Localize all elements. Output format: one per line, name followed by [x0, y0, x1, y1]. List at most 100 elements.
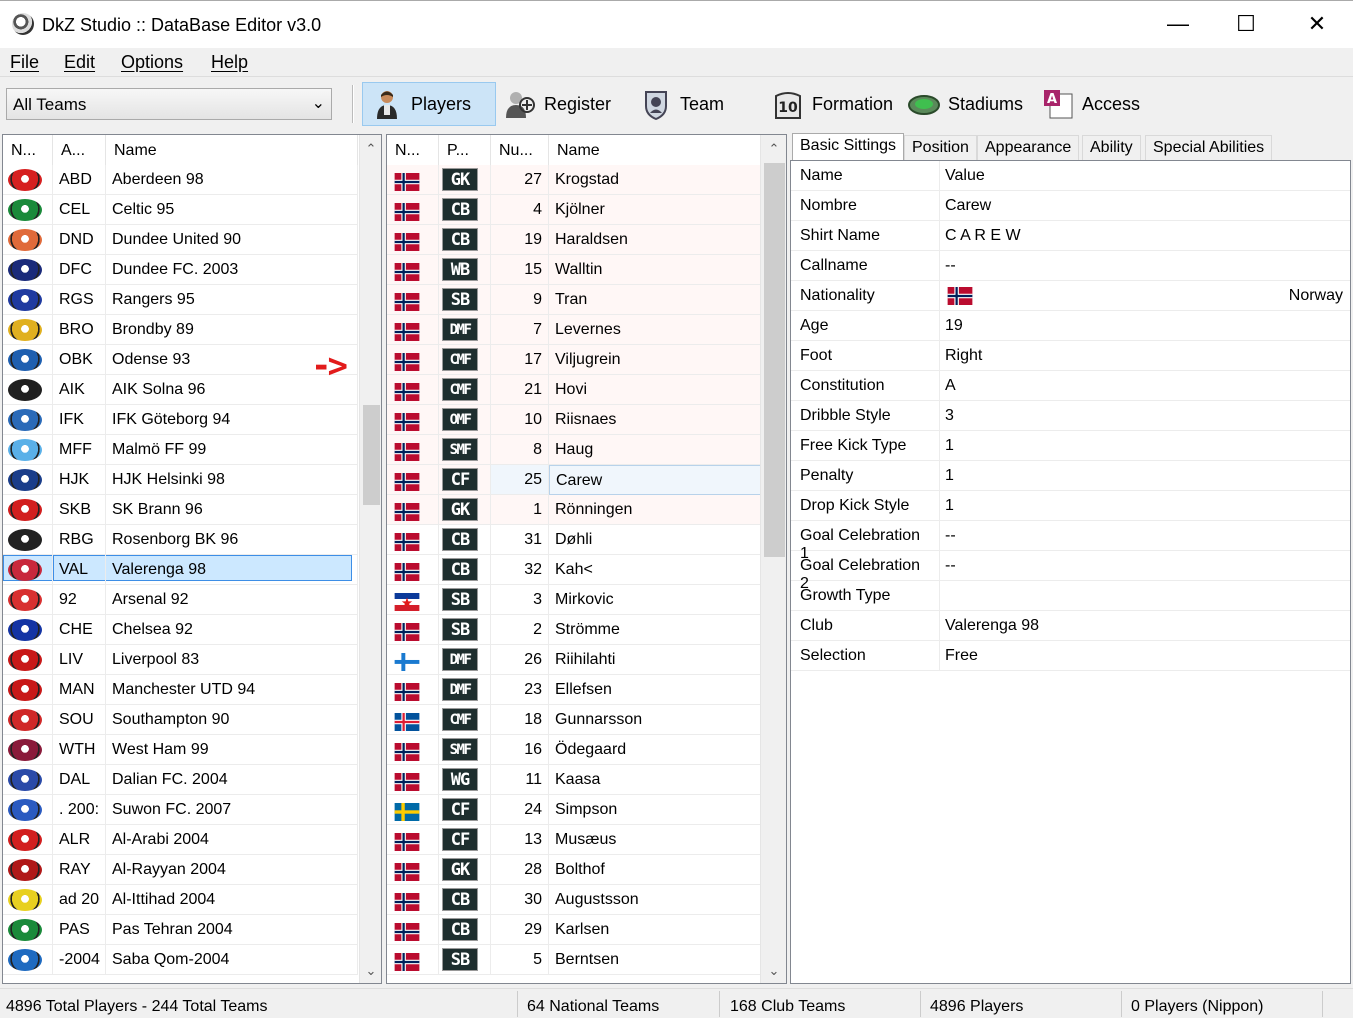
- menu-help[interactable]: Help: [211, 52, 248, 73]
- team-row[interactable]: ALR Al-Arabi 2004: [3, 825, 358, 855]
- teams-col-name[interactable]: Name: [106, 135, 358, 165]
- player-row-selected[interactable]: CF 25 Carew: [387, 465, 762, 495]
- property-value[interactable]: C A R E W: [940, 221, 1350, 251]
- team-row[interactable]: WTH West Ham 99: [3, 735, 358, 765]
- scroll-up-icon[interactable]: ⌃: [761, 137, 786, 161]
- property-value[interactable]: 1: [940, 461, 1350, 491]
- player-row[interactable]: GK 27 Krogstad: [387, 165, 762, 195]
- team-row[interactable]: DND Dundee United 90: [3, 225, 358, 255]
- property-row[interactable]: Selection Free: [791, 641, 1350, 671]
- property-row[interactable]: Drop Kick Style 1: [791, 491, 1350, 521]
- team-row[interactable]: CHE Chelsea 92: [3, 615, 358, 645]
- player-row[interactable]: SMF 16 Ödegaard: [387, 735, 762, 765]
- player-row[interactable]: CMF 17 Viljugrein: [387, 345, 762, 375]
- property-value[interactable]: --: [940, 521, 1350, 551]
- team-row[interactable]: 92 Arsenal 92: [3, 585, 358, 615]
- team-row[interactable]: CEL Celtic 95: [3, 195, 358, 225]
- team-row[interactable]: ABD Aberdeen 98: [3, 165, 358, 195]
- player-row[interactable]: CB 19 Haraldsen: [387, 225, 762, 255]
- team-row[interactable]: SOU Southampton 90: [3, 705, 358, 735]
- team-row[interactable]: DAL Dalian FC. 2004: [3, 765, 358, 795]
- team-row[interactable]: LIV Liverpool 83: [3, 645, 358, 675]
- formation-button[interactable]: 10 Formation: [764, 82, 901, 126]
- team-row[interactable]: RAY Al-Rayyan 2004: [3, 855, 358, 885]
- minimize-button[interactable]: —: [1143, 1, 1213, 47]
- property-value[interactable]: Norway: [940, 281, 1350, 311]
- close-button[interactable]: ✕: [1282, 1, 1352, 47]
- scroll-down-icon[interactable]: ⌄: [761, 959, 786, 983]
- player-row[interactable]: CB 31 Døhli: [387, 525, 762, 555]
- player-row[interactable]: GK 28 Bolthof: [387, 855, 762, 885]
- property-value[interactable]: --: [940, 551, 1350, 581]
- tab-ability[interactable]: Ability: [1082, 135, 1141, 161]
- player-row[interactable]: WB 15 Walltin: [387, 255, 762, 285]
- player-row[interactable]: SB 2 Strömme: [387, 615, 762, 645]
- players-col-nation[interactable]: N...: [387, 135, 439, 165]
- player-row[interactable]: OMF 10 Riisnaes: [387, 405, 762, 435]
- property-row[interactable]: Shirt Name C A R E W: [791, 221, 1350, 251]
- player-row[interactable]: CB 29 Karlsen: [387, 915, 762, 945]
- property-value[interactable]: 1: [940, 491, 1350, 521]
- property-value[interactable]: 1: [940, 431, 1350, 461]
- player-row[interactable]: CF 24 Simpson: [387, 795, 762, 825]
- team-row[interactable]: RBG Rosenborg BK 96: [3, 525, 358, 555]
- tab-appearance[interactable]: Appearance: [977, 135, 1080, 161]
- player-row[interactable]: GK 1 Rönningen: [387, 495, 762, 525]
- player-row[interactable]: SB 3 Mirkovic: [387, 585, 762, 615]
- player-row[interactable]: DMF 26 Riihilahti: [387, 645, 762, 675]
- team-button[interactable]: Team: [632, 82, 732, 126]
- players-col-name[interactable]: Name: [549, 135, 765, 165]
- team-row[interactable]: PAS Pas Tehran 2004: [3, 915, 358, 945]
- property-row[interactable]: Free Kick Type 1: [791, 431, 1350, 461]
- teams-col-abbr[interactable]: A...: [53, 135, 106, 165]
- team-row[interactable]: IFK IFK Göteborg 94: [3, 405, 358, 435]
- players-col-number[interactable]: Nu...: [491, 135, 549, 165]
- menu-file[interactable]: File: [10, 52, 39, 73]
- team-row[interactable]: SKB SK Brann 96: [3, 495, 358, 525]
- property-row[interactable]: Goal Celebration 2 --: [791, 551, 1350, 592]
- player-row[interactable]: CMF 21 Hovi: [387, 375, 762, 405]
- player-row[interactable]: DMF 23 Ellefsen: [387, 675, 762, 705]
- teams-scroll-thumb[interactable]: [363, 405, 380, 505]
- maximize-button[interactable]: ☐: [1211, 1, 1281, 47]
- scroll-down-icon[interactable]: ⌄: [360, 959, 381, 983]
- player-row[interactable]: CF 13 Musæus: [387, 825, 762, 855]
- team-row[interactable]: MFF Malmö FF 99: [3, 435, 358, 465]
- stadiums-button[interactable]: Stadiums: [900, 82, 1031, 126]
- property-row[interactable]: Goal Celebration 1 --: [791, 521, 1350, 562]
- property-value[interactable]: [940, 581, 1350, 611]
- player-row[interactable]: CMF 18 Gunnarsson: [387, 705, 762, 735]
- tab-special-abilities[interactable]: Special Abilities: [1145, 135, 1273, 161]
- menu-options[interactable]: Options: [121, 52, 183, 73]
- team-row[interactable]: AIK AIK Solna 96: [3, 375, 358, 405]
- teams-col-number[interactable]: N...: [3, 135, 53, 165]
- player-row[interactable]: SB 5 Berntsen: [387, 945, 762, 975]
- player-row[interactable]: WG 11 Kaasa: [387, 765, 762, 795]
- property-row[interactable]: Callname --: [791, 251, 1350, 281]
- player-row[interactable]: CB 30 Augustsson: [387, 885, 762, 915]
- team-row[interactable]: BRO Brondby 89: [3, 315, 358, 345]
- property-value[interactable]: Valerenga 98: [940, 611, 1350, 641]
- teams-scrollbar[interactable]: ⌃ ⌄: [359, 135, 381, 983]
- team-row[interactable]: RGS Rangers 95: [3, 285, 358, 315]
- menu-edit[interactable]: Edit: [64, 52, 95, 73]
- team-filter-select[interactable]: All Teams ⌄: [6, 88, 332, 120]
- access-button[interactable]: A Access: [1034, 82, 1148, 126]
- property-row[interactable]: Dribble Style 3: [791, 401, 1350, 431]
- property-value[interactable]: Free: [940, 641, 1350, 671]
- property-value[interactable]: A: [940, 371, 1350, 401]
- players-col-position[interactable]: P...: [439, 135, 491, 165]
- property-row[interactable]: Foot Right: [791, 341, 1350, 371]
- player-row[interactable]: SB 9 Tran: [387, 285, 762, 315]
- property-value[interactable]: Right: [940, 341, 1350, 371]
- team-row[interactable]: MAN Manchester UTD 94: [3, 675, 358, 705]
- team-row[interactable]: OBK Odense 93: [3, 345, 358, 375]
- players-scrollbar[interactable]: ⌃ ⌄: [760, 135, 786, 983]
- team-row-selected[interactable]: VAL Valerenga 98: [3, 555, 358, 585]
- property-value[interactable]: 19: [940, 311, 1350, 341]
- property-value[interactable]: 3: [940, 401, 1350, 431]
- players-list[interactable]: N... P... Nu... Name GK 27 Krogstad CB 4 Kjöl…: [386, 134, 787, 984]
- property-row[interactable]: Nombre Carew: [791, 191, 1350, 221]
- property-row[interactable]: Age 19: [791, 311, 1350, 341]
- team-row[interactable]: -2004 Saba Qom-2004: [3, 945, 358, 975]
